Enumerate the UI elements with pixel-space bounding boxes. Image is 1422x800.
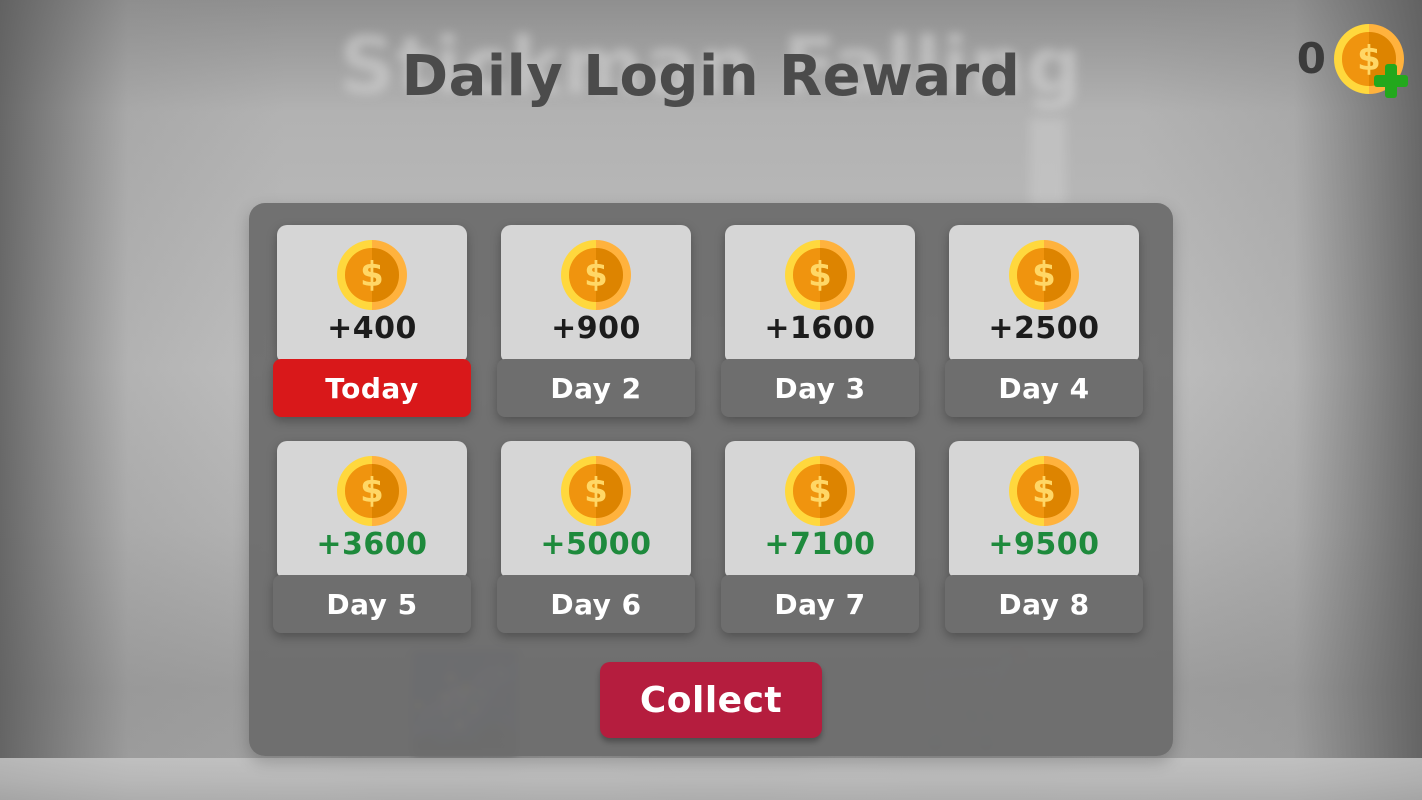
reward-amount: +5000 bbox=[540, 527, 652, 562]
reward-card-body: $ +1600 bbox=[725, 225, 915, 361]
reward-day-label-today[interactable]: Today bbox=[273, 359, 471, 417]
reward-card-body: $ +400 bbox=[277, 225, 467, 361]
reward-day-card[interactable]: $ +2500 Day 4 bbox=[945, 225, 1143, 419]
reward-day-label[interactable]: Day 8 bbox=[945, 575, 1143, 633]
coin-dollar-glyph: $ bbox=[1357, 39, 1381, 79]
collect-button[interactable]: Collect bbox=[600, 662, 822, 738]
reward-day-card[interactable]: $ +5000 Day 6 bbox=[497, 441, 695, 635]
reward-day-label[interactable]: Day 5 bbox=[273, 575, 471, 633]
reward-day-label[interactable]: Day 7 bbox=[721, 575, 919, 633]
reward-card-body: $ +3600 bbox=[277, 441, 467, 577]
add-coins-button[interactable]: $ bbox=[1334, 24, 1408, 98]
reward-day-card[interactable]: $ +3600 Day 5 bbox=[273, 441, 471, 635]
reward-day-card[interactable]: $ +900 Day 2 bbox=[497, 225, 695, 419]
gold-coin-icon: $ bbox=[561, 240, 631, 310]
reward-card-body: $ +7100 bbox=[725, 441, 915, 577]
coin-dollar-glyph: $ bbox=[808, 471, 832, 511]
coin-counter[interactable]: 0 $ bbox=[1296, 24, 1408, 98]
reward-day-label[interactable]: Day 2 bbox=[497, 359, 695, 417]
coin-dollar-glyph: $ bbox=[360, 471, 384, 511]
reward-amount: +3600 bbox=[316, 527, 428, 562]
reward-amount: +9500 bbox=[988, 527, 1100, 562]
reward-card-body: $ +2500 bbox=[949, 225, 1139, 361]
reward-amount: +400 bbox=[327, 311, 417, 346]
gold-coin-icon: $ bbox=[337, 240, 407, 310]
reward-day-grid: $ +400 Today $ +900 Day 2 $ +1600 Day 3 $ +2500 Day… bbox=[273, 225, 1149, 635]
reward-card-body: $ +9500 bbox=[949, 441, 1139, 577]
reward-day-card[interactable]: $ +7100 Day 7 bbox=[721, 441, 919, 635]
coin-dollar-glyph: $ bbox=[584, 255, 608, 295]
gold-coin-icon: $ bbox=[337, 456, 407, 526]
coin-dollar-glyph: $ bbox=[1032, 471, 1056, 511]
gold-coin-icon: $ bbox=[561, 456, 631, 526]
reward-day-label[interactable]: Day 6 bbox=[497, 575, 695, 633]
coin-dollar-glyph: $ bbox=[1032, 255, 1056, 295]
coin-dollar-glyph: $ bbox=[360, 255, 384, 295]
gold-coin-icon: $ bbox=[785, 456, 855, 526]
reward-amount: +900 bbox=[551, 311, 641, 346]
coin-dollar-glyph: $ bbox=[808, 255, 832, 295]
reward-day-label[interactable]: Day 4 bbox=[945, 359, 1143, 417]
gold-coin-icon: $ bbox=[785, 240, 855, 310]
coin-dollar-glyph: $ bbox=[584, 471, 608, 511]
game-screen: Stickman Falling Tap To 🌌 🛒 Daily Login … bbox=[0, 0, 1422, 800]
gold-coin-icon: $ bbox=[1009, 240, 1079, 310]
reward-amount: +2500 bbox=[988, 311, 1100, 346]
reward-card-body: $ +900 bbox=[501, 225, 691, 361]
page-title: Daily Login Reward bbox=[401, 44, 1021, 109]
background-floor bbox=[0, 758, 1422, 800]
reward-amount: +1600 bbox=[764, 311, 876, 346]
reward-day-card[interactable]: $ +1600 Day 3 bbox=[721, 225, 919, 419]
gold-coin-icon: $ bbox=[1009, 456, 1079, 526]
daily-reward-panel: $ +400 Today $ +900 Day 2 $ +1600 Day 3 $ +2500 Day… bbox=[249, 203, 1173, 756]
reward-card-body: $ +5000 bbox=[501, 441, 691, 577]
background-pillar bbox=[1030, 118, 1066, 208]
reward-day-card[interactable]: $ +9500 Day 8 bbox=[945, 441, 1143, 635]
coin-count-value: 0 bbox=[1296, 34, 1326, 83]
gold-coin-icon: $ bbox=[1334, 24, 1404, 94]
reward-day-label[interactable]: Day 3 bbox=[721, 359, 919, 417]
reward-amount: +7100 bbox=[764, 527, 876, 562]
reward-day-card[interactable]: $ +400 Today bbox=[273, 225, 471, 419]
